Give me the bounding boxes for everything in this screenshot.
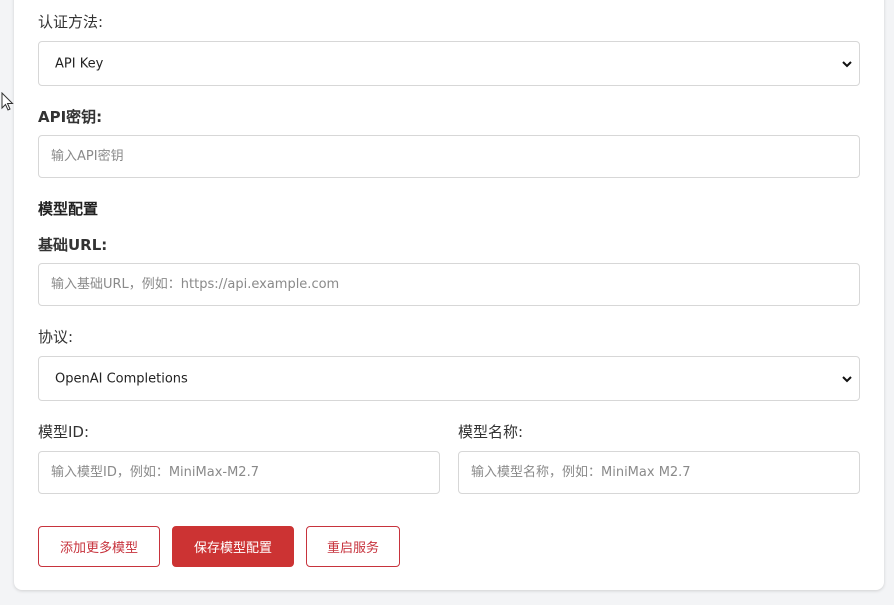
base-url-field[interactable]	[38, 263, 860, 306]
protocol-value: OpenAI Completions	[55, 371, 188, 386]
model-id-label: 模型ID:	[38, 423, 90, 441]
api-key-label: API密钥:	[38, 108, 103, 126]
model-name-label: 模型名称:	[458, 423, 524, 441]
model-id-field[interactable]	[38, 451, 440, 494]
chevron-down-icon	[842, 375, 852, 382]
model-config-title: 模型配置	[38, 200, 99, 218]
model-name-field[interactable]	[458, 451, 860, 494]
settings-card: 认证方法: API Key API密钥: 模型配置 基础URL: 协议: Ope…	[14, 0, 884, 590]
auth-method-label: 认证方法:	[38, 13, 104, 31]
base-url-label: 基础URL:	[38, 236, 108, 254]
protocol-select[interactable]: OpenAI Completions	[38, 356, 860, 401]
api-key-field[interactable]	[38, 135, 860, 178]
protocol-label: 协议:	[38, 328, 74, 346]
save-config-button[interactable]: 保存模型配置	[172, 526, 294, 567]
restart-service-button[interactable]: 重启服务	[306, 526, 400, 567]
mouse-cursor-icon	[1, 92, 14, 111]
auth-method-value: API Key	[55, 56, 104, 71]
chevron-down-icon	[842, 60, 852, 67]
auth-method-select[interactable]: API Key	[38, 41, 860, 86]
add-models-button[interactable]: 添加更多模型	[38, 526, 160, 567]
